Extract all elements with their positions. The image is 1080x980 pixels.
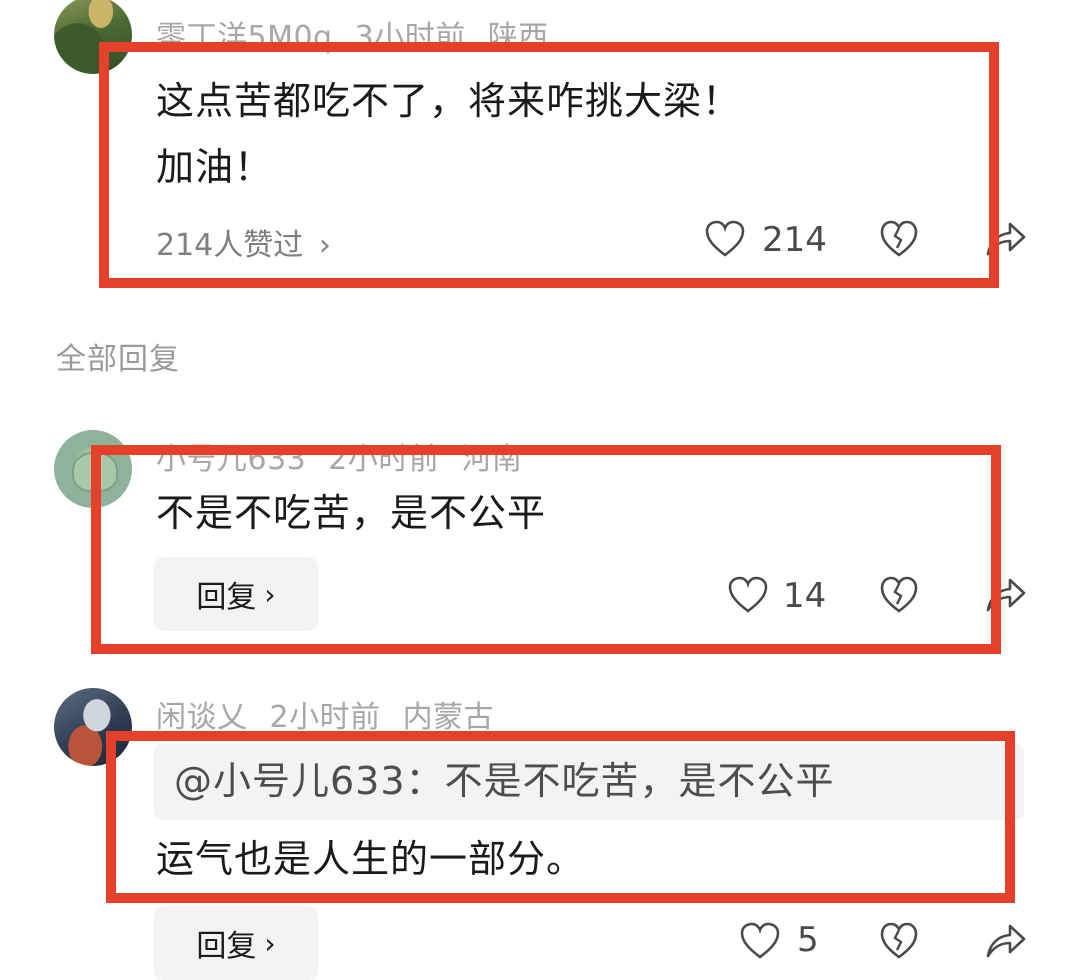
username[interactable]: 闲谈乂: [156, 700, 248, 735]
comment-text: 运气也是人生的一部分。: [156, 837, 586, 881]
chevron-right-icon: ›: [318, 228, 331, 263]
share-button[interactable]: [984, 920, 1028, 960]
username[interactable]: 零丁洋5M0q: [156, 20, 333, 55]
username[interactable]: 小号儿633: [156, 442, 306, 477]
share-arrow-icon: [986, 924, 1026, 958]
comment-meta: 小号儿633 2小时前 河南: [156, 434, 544, 478]
likes-summary-link[interactable]: 214人赞过 ›: [156, 220, 331, 264]
comment-text-line: 加油！: [156, 145, 274, 189]
location: 内蒙古: [402, 700, 495, 735]
location: 陕西: [487, 20, 549, 55]
reply-label: 回复: [196, 929, 257, 964]
like-count: 14: [783, 576, 827, 616]
share-arrow-icon: [986, 578, 1026, 612]
reply-button[interactable]: 回复 ›: [154, 906, 318, 980]
comment-text: 这点苦都吃不了，将来咋挑大梁！ 加油！: [156, 68, 741, 200]
broken-heart-icon: [880, 220, 918, 257]
reply-button[interactable]: 回复 ›: [154, 557, 318, 631]
quoted-reply-text: @小号儿633：不是不吃苦，是不公平: [174, 759, 835, 803]
share-button[interactable]: [984, 574, 1028, 614]
like-count: 5: [797, 920, 819, 960]
avatar[interactable]: [54, 688, 132, 766]
broken-heart-icon: [880, 576, 918, 613]
chevron-right-icon: ›: [264, 926, 276, 960]
all-replies-heading: 全部回复: [56, 342, 180, 377]
comment-text: 不是不吃苦，是不公平: [156, 491, 547, 535]
comment-text-line: 这点苦都吃不了，将来咋挑大梁！: [156, 79, 742, 123]
broken-heart-icon: [880, 922, 918, 959]
dislike-button[interactable]: [880, 576, 918, 614]
chevron-right-icon: ›: [264, 577, 276, 611]
timestamp: 3小时前: [354, 20, 466, 55]
comment-meta: 零丁洋5M0q 3小时前 陕西: [156, 12, 571, 56]
heart-outline-icon: [705, 220, 745, 257]
heart-outline-icon: [740, 922, 780, 959]
like-button[interactable]: [705, 220, 745, 258]
quoted-reply[interactable]: @小号儿633：不是不吃苦，是不公平: [154, 744, 1024, 820]
share-button[interactable]: [984, 218, 1028, 258]
like-button[interactable]: [728, 576, 768, 614]
like-count: 214: [762, 220, 827, 260]
avatar[interactable]: [54, 430, 132, 508]
reply-label: 回复: [196, 580, 257, 615]
timestamp: 2小时前: [269, 700, 381, 735]
dislike-button[interactable]: [880, 922, 918, 960]
timestamp: 2小时前: [328, 442, 440, 477]
heart-outline-icon: [728, 576, 768, 613]
avatar[interactable]: [54, 0, 132, 74]
dislike-button[interactable]: [880, 220, 918, 258]
share-arrow-icon: [986, 222, 1026, 256]
likes-summary-label: 214人赞过: [156, 228, 304, 263]
location: 河南: [461, 442, 523, 477]
like-button[interactable]: [740, 922, 780, 960]
comment-meta: 闲谈乂 2小时前 内蒙古: [156, 692, 516, 736]
